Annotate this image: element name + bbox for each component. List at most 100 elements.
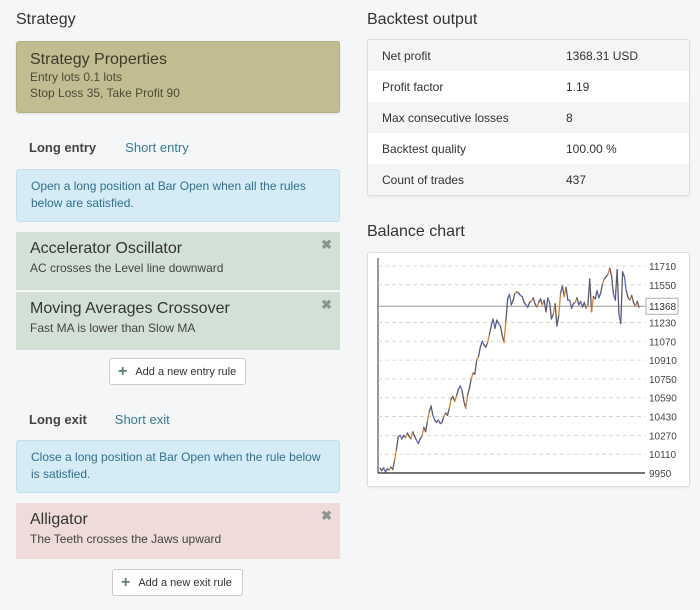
balance-segment: [494, 319, 498, 329]
balance-segment: [598, 292, 602, 299]
balance-segment: [392, 459, 396, 471]
balance-segment: [548, 301, 553, 320]
exit-info-box: Close a long position at Bar Open when t…: [16, 440, 340, 493]
metric-value: 1.19: [566, 79, 590, 94]
y-tick-label: 10910: [649, 356, 677, 367]
exit-rule-card[interactable]: Alligator The Teeth crosses the Jaws upw…: [16, 503, 340, 559]
plus-icon: +: [118, 362, 128, 380]
balance-segment: [485, 341, 489, 348]
metric-label: Max consecutive losses: [382, 110, 509, 125]
sl-tp-text: Stop Loss 35, Take Profit 90: [30, 86, 180, 100]
balance-segment: [459, 385, 463, 392]
balance-segment: [508, 293, 512, 306]
balance-segment: [446, 407, 450, 417]
balance-segment: [424, 420, 429, 433]
metric-label: Profit factor: [382, 79, 444, 94]
balance-segment: [620, 271, 624, 325]
close-icon[interactable]: ✖: [321, 508, 332, 524]
plus-icon: +: [121, 573, 131, 591]
exit-rule-desc: The Teeth crosses the Jaws upward: [30, 532, 222, 546]
strategy-properties-card[interactable]: Strategy Properties Entry lots 0.1 lots …: [16, 41, 340, 113]
add-exit-rule-button[interactable]: + Add a new exit rule: [112, 569, 243, 596]
balance-segment: [455, 388, 460, 397]
balance-segment: [623, 275, 627, 292]
balance-segment: [503, 320, 507, 344]
entry-rule-card[interactable]: Accelerator Oscillator AC crosses the Le…: [16, 232, 340, 290]
tab-short-exit[interactable]: Short exit: [115, 412, 170, 427]
balance-segment: [432, 414, 436, 421]
balance-segment: [512, 292, 516, 301]
balance-segment: [417, 438, 421, 445]
add-entry-rule-button[interactable]: + Add a new entry rule: [109, 358, 246, 385]
balance-segment: [570, 302, 574, 309]
close-icon[interactable]: ✖: [321, 237, 332, 253]
balance-segment: [477, 346, 481, 358]
y-tick-label: 11070: [649, 337, 677, 348]
balance-segment: [589, 278, 593, 313]
balance-segment: [430, 405, 434, 417]
tab-long-exit[interactable]: Long exit: [29, 412, 87, 427]
tab-long-entry[interactable]: Long entry: [29, 140, 96, 155]
balance-chart-card: 11710 11550 11230 11070 10910 10750 10590 10430…: [367, 252, 690, 487]
balance-segment: [616, 268, 620, 315]
balance-segment: [625, 290, 629, 299]
exit-tabs: Long exit Short exit: [29, 412, 199, 427]
strategy-properties-title: Strategy Properties: [30, 51, 167, 68]
table-row: Count of trades 437: [368, 164, 689, 195]
y-tick-label: 9950: [649, 469, 672, 480]
metric-value: 1368.31 USD: [566, 48, 639, 63]
balance-segment: [558, 292, 562, 317]
balance-segment: [426, 411, 430, 422]
table-row: Backtest quality 100.00 %: [368, 133, 689, 164]
y-tick-label: 11550: [649, 281, 677, 292]
metric-value: 437: [566, 172, 587, 187]
entry-rule-desc: AC crosses the Level line downward: [30, 261, 224, 275]
backtest-table: Net profit 1368.31 USD Profit factor 1.1…: [367, 39, 690, 196]
balance-segment: [631, 294, 635, 304]
balance-segment: [395, 435, 399, 451]
balance-segment: [550, 313, 554, 320]
exit-rule-title: Alligator: [30, 511, 88, 528]
metric-label: Count of trades: [382, 172, 465, 187]
balance-segment: [556, 314, 560, 327]
y-tick-label: 10270: [649, 431, 677, 442]
y-tick-label: 10750: [649, 375, 677, 386]
y-tick-label: 11710: [649, 262, 677, 273]
balance-segment: [468, 378, 472, 389]
balance-segment: [448, 398, 452, 409]
backtest-heading: Backtest output: [367, 11, 478, 28]
entry-rule-card[interactable]: Moving Averages Crossover Fast MA is low…: [16, 292, 340, 350]
balance-segment: [461, 390, 465, 402]
balance-segment: [565, 286, 569, 301]
y-tick-label: 10430: [649, 413, 677, 424]
balance-chart-heading: Balance chart: [367, 223, 465, 240]
add-exit-rule-label: Add a new exit rule: [138, 576, 232, 589]
y-tick-label: 10110: [649, 450, 677, 461]
entry-tabs: Long entry Short entry: [29, 140, 218, 155]
balance-segment: [499, 325, 503, 337]
entry-rule-desc: Fast MA is lower than Slow MA: [30, 321, 196, 335]
balance-segment: [609, 267, 613, 278]
balance-segment: [486, 333, 491, 344]
balance-segment: [488, 325, 492, 335]
close-icon[interactable]: ✖: [321, 297, 332, 313]
entry-lots-text: Entry lots 0.1 lots: [30, 70, 123, 84]
y-tick-label: 11230: [649, 318, 677, 329]
balance-segment: [521, 295, 525, 304]
table-row: Max consecutive losses 8: [368, 102, 689, 133]
table-row: Profit factor 1.19: [368, 71, 689, 102]
current-balance-label: 11368: [649, 302, 677, 313]
balance-segment: [454, 394, 458, 402]
add-entry-rule-label: Add a new entry rule: [135, 365, 237, 378]
balance-segment: [470, 372, 474, 380]
entry-info-box: Open a long position at Bar Open when al…: [16, 169, 340, 222]
strategy-heading: Strategy: [16, 11, 76, 28]
balance-chart: 11710 11550 11230 11070 10910 10750 10590 10430…: [377, 258, 679, 480]
metric-label: Backtest quality: [382, 141, 467, 156]
balance-segment: [547, 297, 551, 304]
entry-rule-title: Moving Averages Crossover: [30, 300, 230, 317]
balance-segment: [569, 299, 573, 309]
balance-segment: [466, 387, 471, 397]
metric-value: 100.00 %: [566, 141, 617, 156]
tab-short-entry[interactable]: Short entry: [125, 140, 189, 155]
